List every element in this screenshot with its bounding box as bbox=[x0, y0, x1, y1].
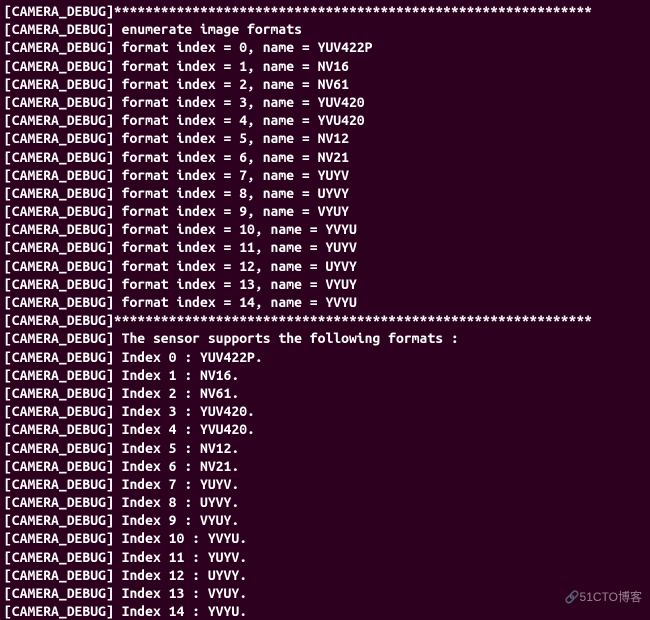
log-line: [CAMERA_DEBUG] format index = 12, name =… bbox=[4, 257, 646, 275]
log-line: [CAMERA_DEBUG] The sensor supports the f… bbox=[4, 329, 646, 347]
log-line: [CAMERA_DEBUG] format index = 8, name = … bbox=[4, 184, 646, 202]
log-line: [CAMERA_DEBUG] format index = 7, name = … bbox=[4, 166, 646, 184]
log-line: [CAMERA_DEBUG] Index 7 : YUYV. bbox=[4, 475, 646, 493]
log-line: [CAMERA_DEBUG] format index = 9, name = … bbox=[4, 202, 646, 220]
log-line: [CAMERA_DEBUG] format index = 6, name = … bbox=[4, 148, 646, 166]
log-line: [CAMERA_DEBUG] Index 11 : YUYV. bbox=[4, 548, 646, 566]
log-line: [CAMERA_DEBUG]**************************… bbox=[4, 311, 646, 329]
terminal-output: [CAMERA_DEBUG]**************************… bbox=[4, 2, 646, 620]
log-line: [CAMERA_DEBUG] format index = 13, name =… bbox=[4, 275, 646, 293]
log-line: [CAMERA_DEBUG] Index 8 : UYVY. bbox=[4, 493, 646, 511]
log-line: [CAMERA_DEBUG] Index 3 : YUV420. bbox=[4, 402, 646, 420]
log-line: [CAMERA_DEBUG] format index = 14, name =… bbox=[4, 293, 646, 311]
log-line: [CAMERA_DEBUG] format index = 1, name = … bbox=[4, 57, 646, 75]
log-line: [CAMERA_DEBUG] format index = 11, name =… bbox=[4, 238, 646, 256]
log-line: [CAMERA_DEBUG] Index 0 : YUV422P. bbox=[4, 348, 646, 366]
log-line: [CAMERA_DEBUG] Index 13 : VYUY. bbox=[4, 584, 646, 602]
watermark-text: 🔗51CTO博客 bbox=[565, 590, 642, 606]
log-line: [CAMERA_DEBUG] format index = 5, name = … bbox=[4, 129, 646, 147]
log-line: [CAMERA_DEBUG] Index 4 : YVU420. bbox=[4, 420, 646, 438]
log-line: [CAMERA_DEBUG] Index 9 : VYUY. bbox=[4, 511, 646, 529]
log-line: [CAMERA_DEBUG] Index 5 : NV12. bbox=[4, 439, 646, 457]
log-line: [CAMERA_DEBUG]**************************… bbox=[4, 2, 646, 20]
log-line: [CAMERA_DEBUG] Index 12 : UYVY. bbox=[4, 566, 646, 584]
log-line: [CAMERA_DEBUG] Index 2 : NV61. bbox=[4, 384, 646, 402]
log-line: [CAMERA_DEBUG] format index = 0, name = … bbox=[4, 38, 646, 56]
log-line: [CAMERA_DEBUG] Index 1 : NV16. bbox=[4, 366, 646, 384]
log-line: [CAMERA_DEBUG] Index 14 : YVYU. bbox=[4, 602, 646, 620]
log-line: [CAMERA_DEBUG] Index 6 : NV21. bbox=[4, 457, 646, 475]
log-line: [CAMERA_DEBUG] format index = 2, name = … bbox=[4, 75, 646, 93]
log-line: [CAMERA_DEBUG] format index = 4, name = … bbox=[4, 111, 646, 129]
log-line: [CAMERA_DEBUG] enumerate image formats bbox=[4, 20, 646, 38]
log-line: [CAMERA_DEBUG] Index 10 : YVYU. bbox=[4, 529, 646, 547]
log-line: [CAMERA_DEBUG] format index = 3, name = … bbox=[4, 93, 646, 111]
log-line: [CAMERA_DEBUG] format index = 10, name =… bbox=[4, 220, 646, 238]
